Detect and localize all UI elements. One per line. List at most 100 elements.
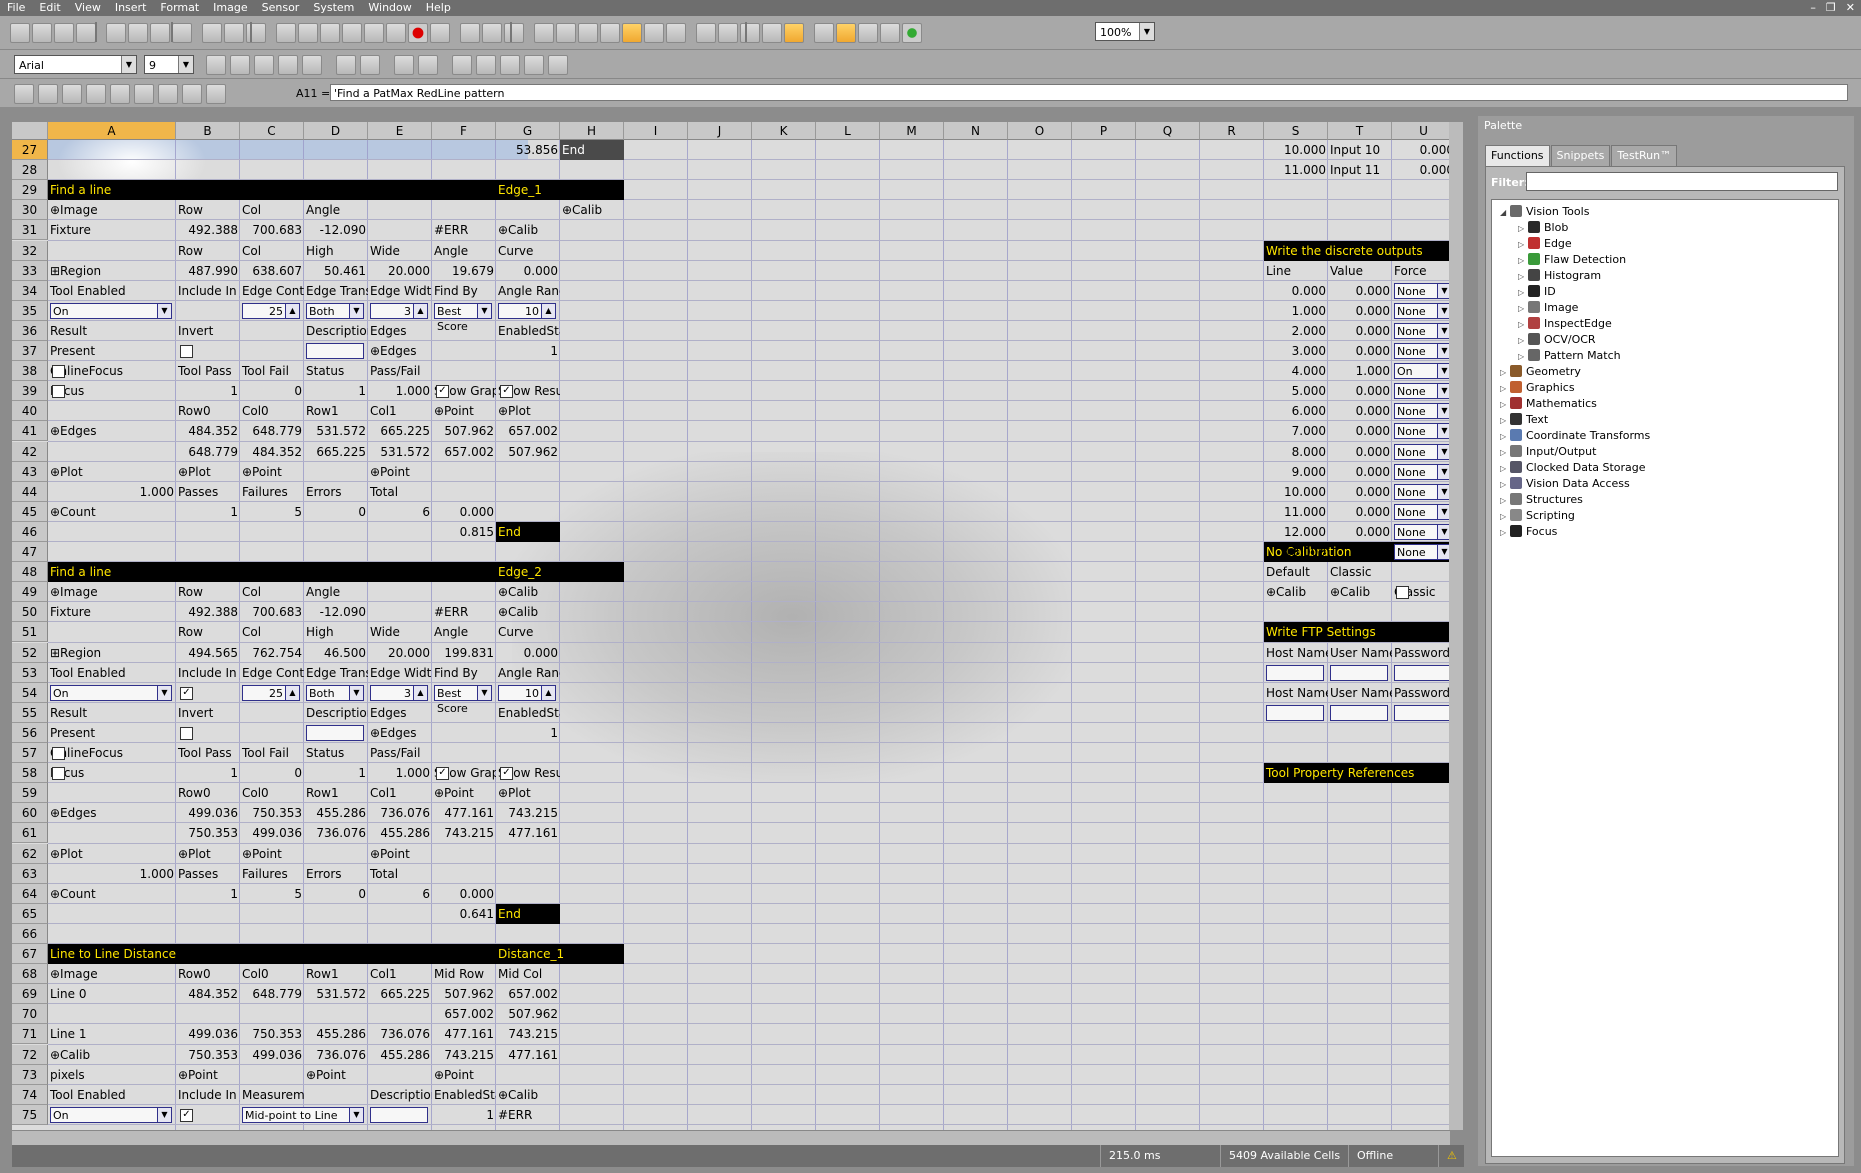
expand-icon[interactable]: ▷ [1500,381,1510,397]
tree-item-vision-data-access[interactable]: ▷ Vision Data Access [1500,476,1630,492]
row-header-53[interactable]: 53 [12,662,48,683]
row-header-58[interactable]: 58 [12,763,48,784]
save-icon[interactable] [54,23,74,43]
column-header-b[interactable]: B [176,122,240,140]
spreadsheet[interactable]: A B C D E F G H I J K L M N O P Q R S T U 27 28 29 30 31 32 33 34 35 3… [12,122,1450,1130]
column-header-k[interactable]: K [752,122,816,140]
column-header-o[interactable]: O [1008,122,1072,140]
tool-d-icon[interactable] [524,55,544,75]
expand-icon[interactable]: ▷ [1500,413,1510,429]
row-header-64[interactable]: 64 [12,883,48,904]
tree-item-id[interactable]: ▷ ID [1518,284,1556,300]
column-header-p[interactable]: P [1072,122,1136,140]
expand-icon[interactable]: ▷ [1518,221,1528,237]
menu-system[interactable]: System [306,0,361,16]
row-header-42[interactable]: 42 [12,441,48,462]
tree-item-geometry[interactable]: ▷ Geometry [1500,364,1581,380]
column-header-f[interactable]: F [432,122,496,140]
force-select[interactable]: None ▼ [1394,282,1450,299]
expand-icon[interactable]: ▷ [1518,317,1528,333]
zoom-in-icon[interactable] [534,23,554,43]
tree-item-clocked-data-storage[interactable]: ▷ Clocked Data Storage [1500,460,1646,476]
menu-sensor[interactable]: Sensor [255,0,307,16]
stop-icon[interactable] [386,23,406,43]
redo-icon[interactable] [224,23,244,43]
font-size-select[interactable]: 9 ▼ [144,55,194,74]
print-preview-icon[interactable] [106,23,126,43]
row-header-29[interactable]: 29 [12,180,48,201]
row-header-37[interactable]: 37 [12,341,48,361]
grid-icon[interactable] [110,84,130,104]
tool-c-icon[interactable] [500,55,520,75]
copy-icon[interactable] [150,23,170,43]
column-header-g[interactable]: G [496,122,560,140]
play-icon[interactable] [320,23,340,43]
expand-icon[interactable]: ▷ [1500,429,1510,445]
row-header-47[interactable]: 47 [12,542,48,562]
tool-e-icon[interactable] [548,55,568,75]
network-icon[interactable] [880,23,900,43]
checkbox[interactable] [1396,586,1409,600]
force-select[interactable]: None ▼ [1394,302,1450,319]
description-input[interactable] [306,343,364,359]
tree-item-image[interactable]: ▷ Image [1518,300,1578,316]
tool-a-icon[interactable] [452,55,472,75]
row-header-46[interactable]: 46 [12,521,48,542]
column-header-i[interactable]: I [624,122,688,140]
next-icon[interactable] [342,23,362,43]
tree-item-graphics[interactable]: ▷ Graphics [1500,380,1575,396]
force-select[interactable]: None ▼ [1394,423,1450,440]
force-select[interactable]: None ▼ [1394,483,1450,500]
tree-item-text[interactable]: ▷ Text [1500,412,1548,428]
select-all-corner[interactable] [12,122,48,140]
checkbox[interactable]: ✓ [436,385,449,399]
menu-window[interactable]: Window [361,0,418,16]
column-header-s[interactable]: S [1264,122,1328,140]
expand-icon[interactable]: ▷ [1518,349,1528,365]
expand-icon[interactable]: ▷ [1500,445,1510,461]
chart-icon[interactable] [718,23,738,43]
tree-item-input-output[interactable]: ▷ Input/Output [1500,444,1596,460]
spinner-input[interactable]: 25 ▲ [242,302,300,319]
filmstrip-icon[interactable] [696,23,716,43]
zoom-region-icon[interactable] [600,23,620,43]
column-header-l[interactable]: L [816,122,880,140]
user-icon[interactable] [644,23,664,43]
checkbox[interactable] [180,726,193,740]
decimal-increase-icon[interactable] [336,55,356,75]
ftp-input[interactable] [1394,664,1450,681]
decimal-decrease-icon[interactable] [360,55,380,75]
row-header-28[interactable]: 28 [12,160,48,181]
column-header-n[interactable]: N [944,122,1008,140]
tree-item-focus[interactable]: ▷ Focus [1500,524,1557,540]
fill-color-icon[interactable] [394,55,414,75]
row-header-27[interactable]: 27 [12,140,48,160]
menu-file[interactable]: File [0,0,32,16]
column-header-d[interactable]: D [304,122,368,140]
bold-icon[interactable] [206,55,226,75]
row-header-49[interactable]: 49 [12,582,48,603]
expand-icon[interactable]: ▷ [1518,333,1528,349]
horizontal-scrollbar[interactable] [12,1130,1450,1145]
tree-item-coordinate-transforms[interactable]: ▷ Coordinate Transforms [1500,428,1650,444]
menu-view[interactable]: View [68,0,108,16]
power-icon[interactable] [902,23,922,43]
tree-item-ocv-ocr[interactable]: ▷ OCV/OCR [1518,332,1596,348]
row-header-66[interactable]: 66 [12,923,48,944]
row-header-32[interactable]: 32 [12,240,48,261]
expand-icon[interactable]: ▷ [1500,461,1510,477]
zoom-fit-icon[interactable] [578,23,598,43]
row-header-63[interactable]: 63 [12,863,48,884]
expand-icon[interactable]: ▷ [1500,365,1510,381]
paste-icon[interactable] [172,23,192,43]
camera-icon[interactable] [504,23,524,43]
font-select[interactable]: Arial ▼ [14,55,137,74]
row-header-50[interactable]: 50 [12,602,48,623]
chart-icon[interactable] [62,84,82,104]
force-select[interactable]: On ▼ [1394,363,1450,380]
row-header-74[interactable]: 74 [12,1084,48,1105]
menu-edit[interactable]: Edit [32,0,67,16]
expand-icon[interactable]: ▷ [1500,477,1510,493]
spinner-input[interactable]: 10 ▲ [498,684,556,701]
sum-icon[interactable] [38,84,58,104]
